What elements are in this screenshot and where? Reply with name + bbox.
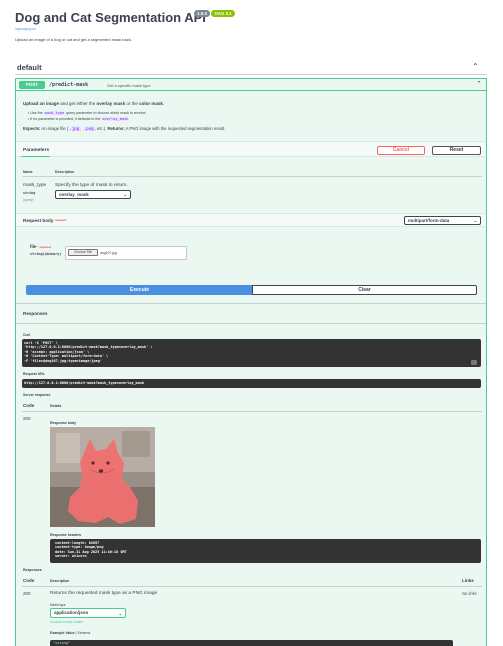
cancel-button[interactable]: Cancel [377,146,425,155]
mask-type-select[interactable]: overlay_mask ⌄ [55,190,131,199]
oas-badge: OAS 3.1 [211,10,235,17]
curl-block[interactable]: curl -X 'POST' \ 'http://127.0.0.1:8000/… [22,339,481,367]
content-type-select[interactable]: multipart/form-data ⌄ [404,216,481,225]
operation-path: /predict-mask [49,82,89,88]
doc-col-description: Description [50,579,70,583]
copy-icon[interactable] [471,360,477,365]
doc-response-links: No links [462,591,477,596]
server-response-divider [22,411,482,412]
doc-response-description: Returns the requested mask type as a PNG… [50,591,158,596]
request-url[interactable]: http://127.0.0.1:8000/predict-mask?mask_… [22,379,481,388]
response-headers-label: Response headers [50,533,82,537]
page-title: Dog and Cat Segmentation API [15,10,206,25]
file-label: file * required [30,244,51,249]
file-name: dog107.jpg [100,251,117,255]
doc-col-links: Links [462,578,474,583]
chevron-down-icon: ⌄ [123,192,127,197]
version-badge: 1.0.0 [194,10,211,17]
responses-divider [16,323,486,324]
operation-description: Upload an image and get either the overl… [23,101,165,106]
response-headers-block[interactable]: content-length: 62897 content-type: imag… [50,539,481,563]
openapi-link[interactable]: /openapi.json [15,27,36,31]
expects-returns: Expects: An image file (.jpg, .png, etc.… [23,126,226,131]
col-description: Description [55,170,75,174]
response-code: 200 [23,416,31,421]
chevron-down-icon: ⌄ [473,218,477,223]
param-description: Specify the type of mask to return. [55,183,128,188]
tab-schema[interactable]: Schema [77,631,90,635]
file-type: string($binary) [30,252,62,256]
controls-accept-header: Controls Accept header. [50,620,84,624]
collapse-icon[interactable]: ⌃ [472,62,479,71]
description-bullet-1: • Use the mask_type query parameter to c… [28,111,147,115]
response-image [50,427,155,527]
choose-file-button[interactable]: Choose File [68,249,98,256]
responses-divider-top [16,303,486,304]
param-name: mask_type [23,183,47,188]
section-divider [15,74,487,75]
param-type: string [23,191,36,195]
request-url-label: Request URL [23,372,45,376]
media-type-label: Media type [50,603,66,607]
responses-title: Responses [23,311,48,316]
curl-label: Curl [23,333,30,337]
col-name: Name [23,170,33,174]
section-title[interactable]: default [17,63,42,72]
api-description: Upload an image of a dog or cat and get … [15,37,132,42]
response-body-label: Response body [50,421,77,425]
doc-col-code: Code [23,578,35,583]
tab-example-value[interactable]: Example Value [50,631,75,635]
reset-button[interactable]: Reset [432,146,481,155]
curl-line: -F 'file=@dog107.jpg;type=image/jpeg' [24,358,102,363]
chevron-down-icon: ⌄ [118,611,122,616]
param-in: (query) [23,198,34,202]
doc-divider [22,586,482,587]
server-response-label: Server response [23,393,51,397]
description-bullet-2: • If no parameter is provided, it defaul… [28,117,130,121]
example-value-block[interactable]: "string" [50,640,453,646]
request-body-required: required [55,218,67,222]
badges: 1.0.0 OAS 3.1 [194,10,235,17]
execute-button[interactable]: Execute [26,285,253,295]
col-code: Code [23,403,35,408]
example-schema-tabs: Example Value | Schema [50,631,91,635]
method-badge: POST [19,81,45,89]
clear-button[interactable]: Clear [252,285,477,295]
tab-parameters[interactable]: Parameters [23,148,49,153]
operation-summary: Get a specific mask type [107,83,151,88]
request-body-label: Request body [23,218,54,223]
header-line: server: uvicorn [55,554,87,559]
chevron-up-icon[interactable]: ⌃ [476,80,482,88]
params-divider [22,176,482,177]
col-details: Details [50,404,62,408]
tab-underline [21,156,50,157]
doc-response-code: 200 [23,591,31,596]
documented-responses-title: Responses [23,568,42,572]
media-type-select[interactable]: application/json ⌄ [50,608,126,618]
dog-overlay-mask-image [50,427,155,527]
